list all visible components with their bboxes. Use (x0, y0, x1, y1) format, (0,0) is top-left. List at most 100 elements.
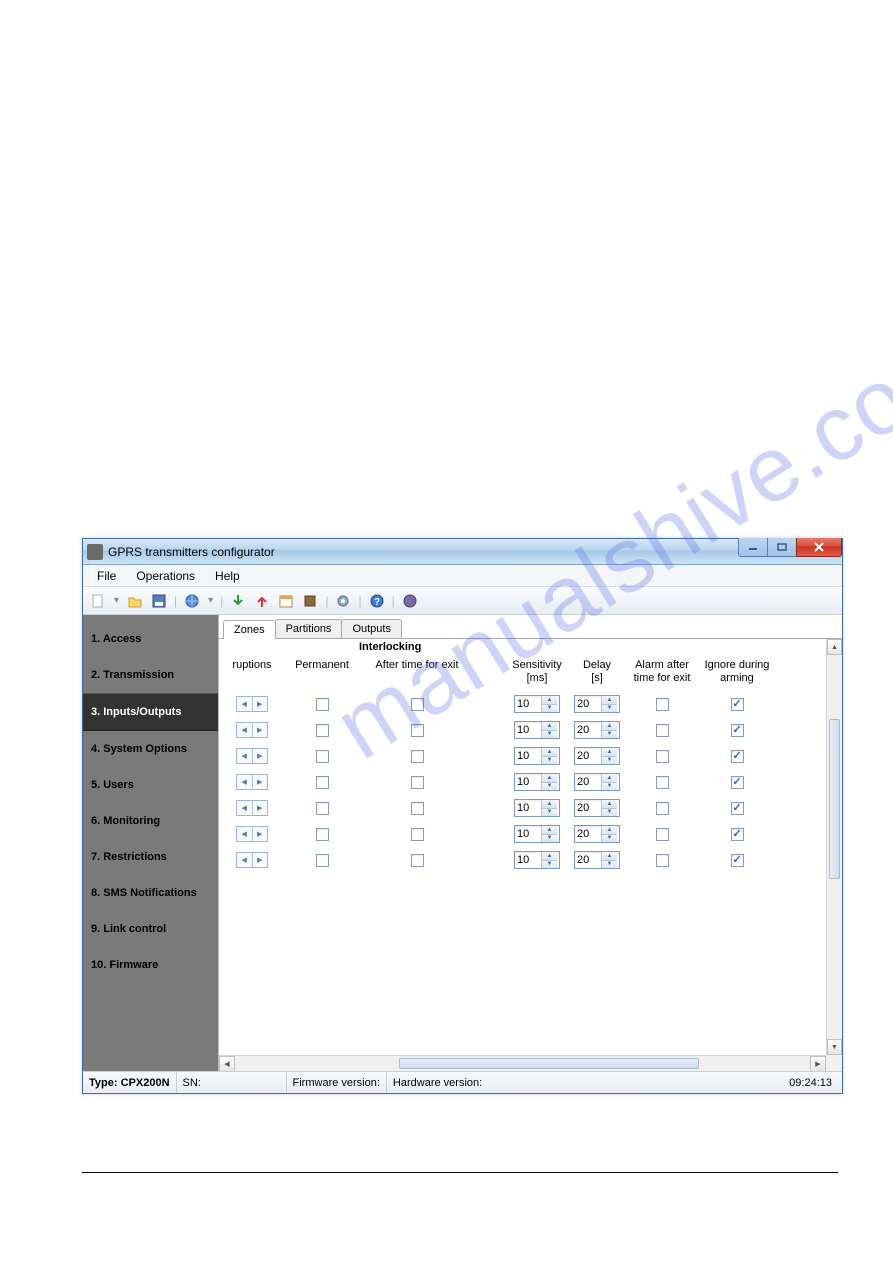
permanent-checkbox[interactable] (316, 750, 329, 763)
sensitivity-input[interactable] (515, 750, 541, 762)
delay-spinner[interactable]: ▲▼ (574, 773, 620, 791)
ignore-arming-checkbox[interactable] (731, 776, 744, 789)
new-icon[interactable] (89, 592, 107, 610)
alarm-after-checkbox[interactable] (656, 776, 669, 789)
spin-down-icon[interactable]: ▼ (602, 757, 617, 765)
calendar-icon[interactable] (277, 592, 295, 610)
sidebar-item-access[interactable]: 1. Access (83, 621, 218, 657)
ruptions-stepper[interactable]: ◀▶ (236, 800, 268, 816)
permanent-checkbox[interactable] (316, 854, 329, 867)
alarm-after-checkbox[interactable] (656, 724, 669, 737)
sensitivity-spinner[interactable]: ▲▼ (514, 851, 560, 869)
delay-input[interactable] (575, 724, 601, 736)
sensitivity-spinner[interactable]: ▲▼ (514, 825, 560, 843)
scroll-left-icon[interactable]: ◀ (219, 1056, 235, 1071)
upload-icon[interactable] (253, 592, 271, 610)
globe-icon[interactable] (183, 592, 201, 610)
sensitivity-spinner[interactable]: ▲▼ (514, 799, 560, 817)
spin-down-icon[interactable]: ▼ (542, 835, 557, 843)
delay-input[interactable] (575, 828, 601, 840)
sidebar-item-inputs-outputs[interactable]: 3. Inputs/Outputs (83, 693, 218, 731)
delay-input[interactable] (575, 698, 601, 710)
ignore-arming-checkbox[interactable] (731, 828, 744, 841)
delay-spinner[interactable]: ▲▼ (574, 851, 620, 869)
sidebar-item-system-options[interactable]: 4. System Options (83, 731, 218, 767)
spin-down-icon[interactable]: ▼ (542, 705, 557, 713)
horizontal-scroll-thumb[interactable] (399, 1058, 699, 1069)
sidebar-item-transmission[interactable]: 2. Transmission (83, 657, 218, 693)
spin-down-icon[interactable]: ▼ (542, 809, 557, 817)
spin-down-icon[interactable]: ▼ (602, 835, 617, 843)
ruptions-stepper[interactable]: ◀▶ (236, 774, 268, 790)
spin-up-icon[interactable]: ▲ (602, 748, 617, 757)
after-exit-checkbox[interactable] (411, 802, 424, 815)
ignore-arming-checkbox[interactable] (731, 724, 744, 737)
spin-up-icon[interactable]: ▲ (602, 826, 617, 835)
spin-up-icon[interactable]: ▲ (602, 800, 617, 809)
delay-input[interactable] (575, 802, 601, 814)
delay-input[interactable] (575, 750, 601, 762)
ruptions-stepper[interactable]: ◀▶ (236, 722, 268, 738)
download-icon[interactable] (229, 592, 247, 610)
vertical-scroll-thumb[interactable] (829, 719, 840, 879)
sidebar-item-sms-notifications[interactable]: 8. SMS Notifications (83, 875, 218, 911)
sidebar-item-monitoring[interactable]: 6. Monitoring (83, 803, 218, 839)
alarm-after-checkbox[interactable] (656, 802, 669, 815)
ignore-arming-checkbox[interactable] (731, 854, 744, 867)
delay-spinner[interactable]: ▲▼ (574, 747, 620, 765)
sensitivity-input[interactable] (515, 854, 541, 866)
delay-input[interactable] (575, 776, 601, 788)
spin-down-icon[interactable]: ▼ (542, 783, 557, 791)
spin-down-icon[interactable]: ▼ (602, 861, 617, 869)
alarm-after-checkbox[interactable] (656, 854, 669, 867)
delay-spinner[interactable]: ▲▼ (574, 695, 620, 713)
alarm-after-checkbox[interactable] (656, 750, 669, 763)
after-exit-checkbox[interactable] (411, 750, 424, 763)
spin-down-icon[interactable]: ▼ (542, 757, 557, 765)
sensitivity-input[interactable] (515, 828, 541, 840)
delay-spinner[interactable]: ▲▼ (574, 721, 620, 739)
sidebar-item-link-control[interactable]: 9. Link control (83, 911, 218, 947)
open-icon[interactable] (126, 592, 144, 610)
spin-down-icon[interactable]: ▼ (602, 783, 617, 791)
after-exit-checkbox[interactable] (411, 828, 424, 841)
ruptions-stepper[interactable]: ◀▶ (236, 748, 268, 764)
spin-up-icon[interactable]: ▲ (542, 826, 557, 835)
save-icon[interactable] (150, 592, 168, 610)
ignore-arming-checkbox[interactable] (731, 698, 744, 711)
spin-up-icon[interactable]: ▲ (542, 748, 557, 757)
sensitivity-spinner[interactable]: ▲▼ (514, 695, 560, 713)
spin-up-icon[interactable]: ▲ (542, 852, 557, 861)
permanent-checkbox[interactable] (316, 724, 329, 737)
titlebar[interactable]: GPRS transmitters configurator (83, 539, 842, 565)
delay-spinner[interactable]: ▲▼ (574, 825, 620, 843)
menu-help[interactable]: Help (207, 567, 248, 585)
ignore-arming-checkbox[interactable] (731, 750, 744, 763)
ruptions-stepper[interactable]: ◀▶ (236, 696, 268, 712)
permanent-checkbox[interactable] (316, 828, 329, 841)
permanent-checkbox[interactable] (316, 776, 329, 789)
spin-down-icon[interactable]: ▼ (542, 731, 557, 739)
minimize-button[interactable] (738, 538, 768, 557)
sidebar-item-restrictions[interactable]: 7. Restrictions (83, 839, 218, 875)
spin-up-icon[interactable]: ▲ (602, 722, 617, 731)
maximize-button[interactable] (767, 538, 797, 557)
delay-input[interactable] (575, 854, 601, 866)
scroll-right-icon[interactable]: ▶ (810, 1056, 826, 1071)
spin-up-icon[interactable]: ▲ (542, 774, 557, 783)
ignore-arming-checkbox[interactable] (731, 802, 744, 815)
spin-down-icon[interactable]: ▼ (602, 809, 617, 817)
tab-zones[interactable]: Zones (223, 620, 276, 639)
spin-up-icon[interactable]: ▲ (602, 774, 617, 783)
after-exit-checkbox[interactable] (411, 698, 424, 711)
delay-spinner[interactable]: ▲▼ (574, 799, 620, 817)
horizontal-scrollbar[interactable]: ◀ ▶ (219, 1055, 826, 1071)
close-button[interactable] (796, 538, 842, 557)
spin-up-icon[interactable]: ▲ (542, 722, 557, 731)
scroll-down-icon[interactable]: ▼ (827, 1039, 842, 1055)
after-exit-checkbox[interactable] (411, 854, 424, 867)
permanent-checkbox[interactable] (316, 698, 329, 711)
after-exit-checkbox[interactable] (411, 776, 424, 789)
spin-down-icon[interactable]: ▼ (602, 705, 617, 713)
spin-down-icon[interactable]: ▼ (542, 861, 557, 869)
